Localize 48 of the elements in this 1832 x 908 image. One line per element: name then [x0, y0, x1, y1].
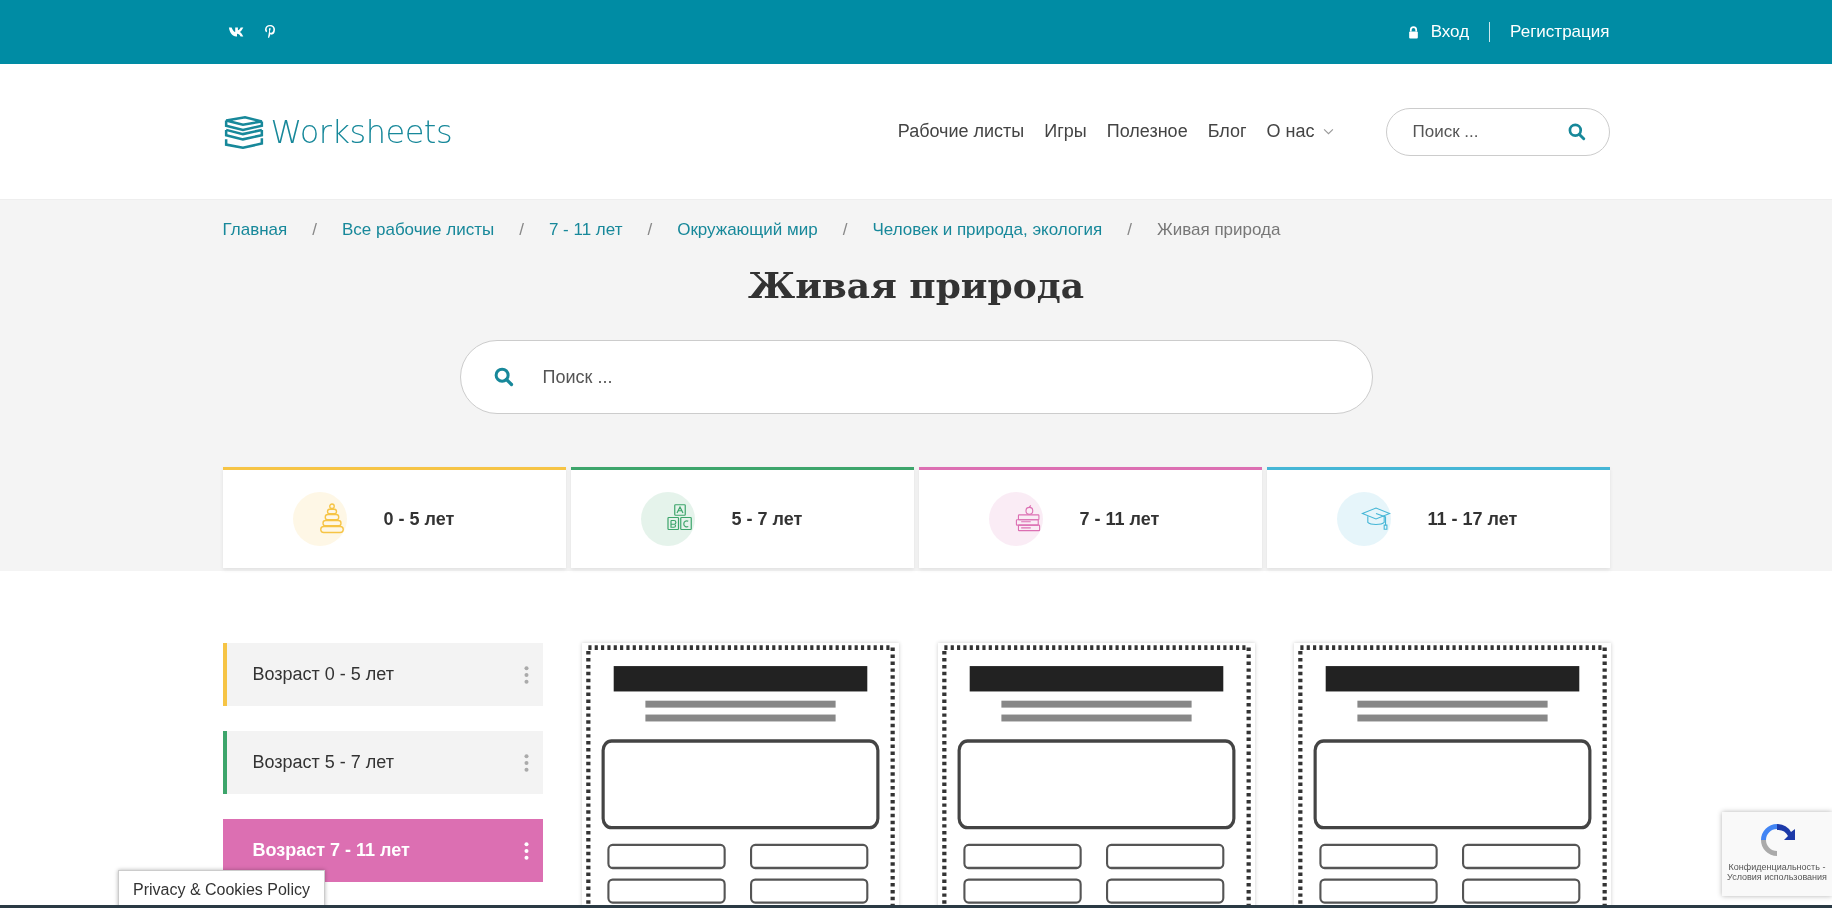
breadcrumb-link[interactable]: Человек и природа, экология [872, 220, 1103, 240]
lock-icon [1407, 25, 1419, 39]
breadcrumb-link[interactable]: Главная [222, 220, 288, 240]
age-card[interactable]: 0 - 5 лет [222, 467, 566, 568]
breadcrumb-link[interactable]: Все рабочие листы [341, 220, 495, 240]
breadcrumb-separator: / [1127, 220, 1132, 240]
nav-link[interactable]: Блог [1207, 121, 1247, 142]
nav-link[interactable]: Рабочие листы [897, 121, 1025, 142]
page-title: Живая природа [746, 264, 1086, 306]
age-card[interactable]: 11 - 17 лет [1266, 467, 1610, 568]
logo-text[interactable]: Worksheets [270, 112, 453, 151]
more-vertical-icon [523, 841, 529, 860]
more-vertical-icon [523, 665, 529, 684]
search-icon [493, 367, 514, 387]
age-label: 7 - 11 лет [1079, 508, 1160, 530]
worksheet-thumbnail[interactable] [937, 643, 1255, 908]
more-vertical-icon [523, 753, 529, 772]
breadcrumb-separator: / [519, 220, 524, 240]
nav-link[interactable]: Полезное [1106, 121, 1188, 142]
search-field[interactable]: Поиск ... [459, 340, 1373, 414]
worksheet-thumbnail[interactable] [581, 643, 899, 908]
breadcrumb-separator: / [842, 220, 848, 240]
age-label: 5 - 7 лет [731, 508, 803, 530]
breadcrumb-separator: / [647, 220, 653, 240]
age-card[interactable]: 5 - 7 лет [570, 467, 914, 568]
age-label: 11 - 17 лет [1427, 508, 1518, 530]
pinterest-icon[interactable] [263, 24, 276, 40]
books-stack-icon[interactable] [222, 114, 265, 149]
privacy-cookies-button[interactable]: Privacy & Cookies Policy [118, 870, 325, 908]
breadcrumb-link[interactable]: 7 - 11 лет [548, 220, 623, 240]
nav-link[interactable]: Игры [1044, 121, 1087, 142]
chevron-down-icon [1322, 128, 1334, 135]
breadcrumb-separator: / [312, 220, 317, 240]
search-icon[interactable] [1567, 122, 1586, 141]
recaptcha-links[interactable]: Конфиденциальность - Условия использования [1722, 862, 1832, 883]
age-label: 0 - 5 лет [383, 508, 455, 530]
breadcrumb-current: Живая природа [1157, 220, 1281, 240]
worksheet-thumbnail[interactable] [1293, 643, 1611, 908]
nav-link[interactable]: О нас [1266, 121, 1334, 142]
age-filter-item[interactable]: Возраст 5 - 7 лет [222, 731, 543, 794]
register-link[interactable]: Регистрация [1510, 22, 1610, 42]
recaptcha-badge[interactable]: Конфиденциальность - Условия использования [1722, 812, 1832, 896]
search-field[interactable]: Поиск ... [1385, 107, 1610, 156]
login-link[interactable]: Вход [1430, 22, 1470, 42]
age-card[interactable]: 7 - 11 лет [918, 467, 1262, 568]
breadcrumb-link[interactable]: Окружающий мир [677, 220, 818, 240]
age-filter-item[interactable]: Возраст 0 - 5 лет [222, 643, 543, 706]
vk-icon[interactable] [227, 26, 246, 38]
